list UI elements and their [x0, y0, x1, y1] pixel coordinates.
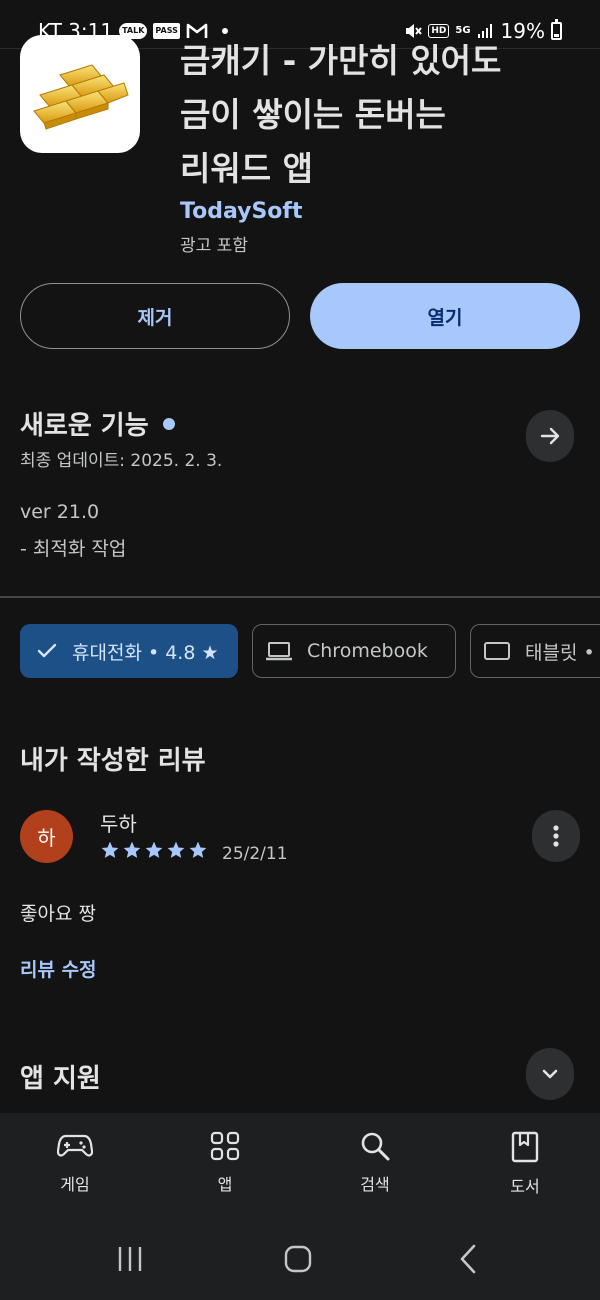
nav-apps[interactable]: 앱 [175, 1131, 275, 1195]
review-author: 두하 [100, 812, 137, 836]
nav-books[interactable]: 도서 [475, 1131, 575, 1197]
back-icon [460, 1244, 476, 1274]
system-nav [0, 1223, 600, 1300]
app-title-line-3: 리워드 앱 [180, 149, 313, 188]
open-button[interactable]: 열기 [310, 283, 580, 349]
star-icon [123, 841, 141, 858]
section-divider [0, 596, 600, 598]
version-text: ver 21.0 [20, 501, 100, 523]
uninstall-button[interactable]: 제거 [20, 283, 290, 349]
review-stars [100, 840, 208, 860]
app-title: 금캐기 - 가만히 있어도 금이 쌓이는 돈버는 리워드 앱 [180, 34, 580, 196]
more-vert-icon [553, 825, 559, 847]
whats-new-title: 새로운 기능 [20, 411, 149, 441]
chip-phone[interactable]: 휴대전화 • 4.8 ★ [20, 624, 238, 678]
edit-review-link[interactable]: 리뷰 수정 [20, 955, 97, 982]
gold-bars-icon [33, 64, 129, 130]
apps-grid-icon [210, 1131, 240, 1161]
arrow-right-icon [540, 427, 560, 445]
new-indicator-dot [162, 417, 175, 430]
chip-tablet[interactable]: 태블릿 • 4 [470, 624, 600, 678]
ads-note: 광고 포함 [180, 236, 248, 256]
nav-games[interactable]: 게임 [25, 1131, 125, 1195]
nav-books-label: 도서 [510, 1177, 540, 1196]
back-button[interactable] [450, 1243, 486, 1275]
chip-chromebook[interactable]: Chromebook [252, 624, 456, 678]
app-icon [20, 35, 140, 153]
check-icon [37, 643, 57, 658]
release-note: - 최적화 작업 [20, 538, 127, 560]
review-more-button[interactable] [532, 810, 580, 862]
tablet-icon [484, 642, 510, 660]
app-support-title[interactable]: 앱 지원 [20, 1058, 101, 1095]
app-support-expand-button[interactable] [526, 1048, 574, 1100]
chip-phone-label: 휴대전화 • 4.8 ★ [72, 641, 219, 664]
home-icon [284, 1245, 312, 1273]
whats-new-header[interactable]: 새로운 기능 [20, 405, 175, 442]
book-icon [511, 1131, 539, 1163]
star-icon [101, 841, 119, 858]
home-button[interactable] [280, 1243, 316, 1275]
app-title-line-2: 금이 쌓이는 돈버는 [180, 95, 446, 134]
star-icon [145, 841, 163, 858]
nav-search-label: 검색 [360, 1175, 390, 1194]
avatar: 하 [20, 810, 73, 863]
chip-chromebook-label: Chromebook [307, 640, 428, 662]
bottom-nav: 게임 앱 검색 도서 [0, 1113, 600, 1223]
developer-link[interactable]: TodaySoft [180, 199, 303, 224]
chevron-down-icon [542, 1069, 558, 1079]
recents-icon [118, 1247, 142, 1271]
last-updated: 최종 업데이트: 2025. 2. 3. [20, 451, 223, 471]
review-date: 25/2/11 [222, 844, 288, 864]
search-icon [361, 1132, 390, 1161]
nav-apps-label: 앱 [217, 1175, 233, 1194]
chip-tablet-label: 태블릿 • 4 [525, 641, 600, 664]
nav-games-label: 게임 [60, 1175, 90, 1194]
recent-apps-button[interactable] [112, 1243, 148, 1275]
nav-search[interactable]: 검색 [325, 1131, 425, 1195]
star-icon [189, 841, 207, 858]
star-icon [167, 841, 185, 858]
review-text: 좋아요 짱 [20, 903, 96, 925]
pass-notification-icon: PASS [153, 23, 180, 39]
app-title-line-1: 금캐기 - 가만히 있어도 [180, 41, 502, 80]
whats-new-arrow-button[interactable] [526, 410, 574, 462]
gamepad-icon [57, 1134, 93, 1157]
my-review-title: 내가 작성한 리뷰 [20, 746, 206, 776]
laptop-icon [266, 642, 292, 661]
